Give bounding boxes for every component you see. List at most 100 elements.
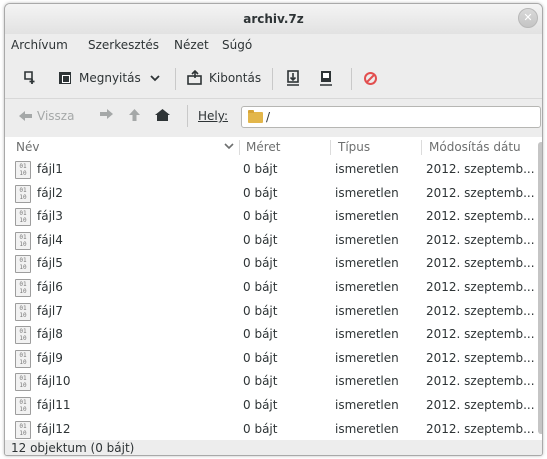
file-row[interactable]: 01 10 fájl9 0 bájt ismeretlen 2012. szeptemb.… — [5, 347, 538, 371]
menu-archive[interactable]: Archívum — [11, 38, 68, 52]
file-modified: 2012. szeptemb... — [426, 421, 535, 436]
add-files-button[interactable] — [285, 67, 301, 89]
toolbar-separator — [175, 68, 176, 90]
file-type: ismeretlen — [335, 398, 399, 412]
file-name: fájl2 — [37, 185, 63, 200]
folder-icon — [248, 109, 263, 123]
place-label: Hely: — [198, 109, 229, 123]
file-size: 0 bájt — [243, 209, 278, 224]
location-separator — [187, 105, 188, 127]
open-archive-icon — [57, 70, 73, 86]
extract-icon — [186, 70, 203, 86]
home-icon — [155, 109, 170, 121]
binary-file-icon: 01 10 — [15, 184, 31, 203]
menu-bar: Archívum Szerkesztés Nézet Súgó — [5, 34, 542, 56]
close-button[interactable]: ✕ — [518, 8, 538, 28]
file-type: ismeretlen — [335, 185, 399, 200]
title-bar[interactable]: archiv.7z ✕ — [5, 4, 542, 34]
window-title: archiv.7z — [243, 12, 304, 26]
back-button[interactable]: Vissza — [19, 109, 74, 123]
file-name: fájl10 — [37, 374, 71, 389]
extract-button[interactable]: Kibontás — [186, 67, 261, 89]
file-type: ismeretlen — [335, 327, 399, 342]
extract-label: Kibontás — [209, 71, 262, 85]
file-row[interactable]: 01 10 fájl11 0 bájt ismeretlen 2012. szeptemb… — [5, 394, 538, 418]
column-divider[interactable] — [421, 140, 422, 155]
column-modified[interactable]: Módosítás dátu — [429, 140, 521, 154]
open-button[interactable]: Megnyitás — [57, 67, 160, 89]
back-arrow-icon — [19, 111, 32, 121]
menu-edit[interactable]: Szerkesztés — [88, 38, 159, 52]
file-type: ismeretlen — [335, 209, 399, 224]
file-row[interactable]: 01 10 fájl7 0 bájt ismeretlen 2012. szeptemb.… — [5, 300, 538, 324]
file-type: ismeretlen — [335, 350, 399, 365]
up-arrow-icon — [129, 109, 140, 121]
column-divider[interactable] — [239, 140, 240, 155]
file-row[interactable]: 01 10 fájl4 0 bájt ismeretlen 2012. szeptemb.… — [5, 229, 538, 253]
file-row[interactable]: 01 10 fájl2 0 bájt ismeretlen 2012. szeptemb.… — [5, 182, 538, 206]
file-type: ismeretlen — [335, 232, 399, 247]
up-button[interactable] — [129, 109, 140, 121]
file-modified: 2012. szeptemb... — [426, 185, 535, 200]
vertical-scrollbar[interactable] — [538, 142, 542, 434]
column-divider[interactable] — [330, 140, 331, 155]
file-name: fájl1 — [37, 162, 63, 176]
toolbar: Megnyitás Kibontás — [5, 58, 542, 98]
file-row[interactable]: 01 10 fájl1 0 bájt ismeretlen 2012. szeptemb.… — [5, 158, 538, 182]
column-size[interactable]: Méret — [246, 140, 281, 154]
file-name: fájl7 — [37, 303, 63, 318]
column-type[interactable]: Típus — [338, 140, 370, 154]
home-button[interactable] — [155, 109, 170, 121]
back-label: Vissza — [37, 109, 75, 123]
file-size: 0 bájt — [243, 185, 278, 200]
chevron-down-icon[interactable] — [150, 74, 160, 82]
toolbar-separator — [272, 68, 273, 90]
sort-chevron-icon[interactable] — [224, 143, 234, 150]
file-modified: 2012. szeptemb... — [426, 327, 535, 342]
menu-view[interactable]: Nézet — [174, 38, 209, 52]
file-size: 0 bájt — [243, 232, 278, 247]
file-row[interactable]: 01 10 fájl10 0 bájt ismeretlen 2012. szeptemb… — [5, 370, 538, 394]
binary-file-icon: 01 10 — [15, 231, 31, 250]
binary-file-icon: 01 10 — [15, 420, 31, 439]
app-window: archiv.7z ✕ Archívum Szerkesztés Nézet S… — [4, 3, 543, 456]
file-modified: 2012. szeptemb... — [426, 209, 535, 224]
file-name: fájl9 — [37, 350, 63, 365]
stop-button[interactable] — [363, 67, 378, 89]
file-name: fájl4 — [37, 232, 63, 247]
file-type: ismeretlen — [335, 256, 399, 271]
file-type: ismeretlen — [335, 162, 399, 176]
file-name: fájl8 — [37, 327, 63, 342]
status-bar: 12 objektum (0 bájt) — [5, 440, 542, 455]
open-label: Megnyitás — [79, 71, 141, 85]
file-row[interactable]: 01 10 fájl5 0 bájt ismeretlen 2012. szeptemb.… — [5, 252, 538, 276]
file-row[interactable]: 01 10 fájl3 0 bájt ismeretlen 2012. szeptemb.… — [5, 205, 538, 229]
toolbar-separator — [351, 68, 352, 90]
menu-help[interactable]: Súgó — [222, 38, 252, 52]
file-modified: 2012. szeptemb... — [426, 374, 535, 389]
file-name: fájl3 — [37, 209, 63, 224]
add-folder-button[interactable] — [318, 67, 334, 89]
file-modified: 2012. szeptemb... — [426, 303, 535, 318]
list-header: Név Méret Típus Módosítás dátu — [5, 137, 538, 157]
file-modified: 2012. szeptemb... — [426, 398, 535, 412]
location-input[interactable]: / — [241, 106, 541, 128]
file-type: ismeretlen — [335, 374, 399, 389]
file-row[interactable]: 01 10 fájl8 0 bájt ismeretlen 2012. szeptemb.… — [5, 323, 538, 347]
file-size: 0 bájt — [243, 303, 278, 318]
binary-file-icon: 01 10 — [15, 208, 31, 227]
forward-arrow-icon — [100, 109, 113, 119]
new-archive-button[interactable] — [22, 67, 38, 89]
binary-file-icon: 01 10 — [15, 326, 31, 345]
file-row[interactable]: 01 10 fájl12 0 bájt ismeretlen 2012. szeptemb… — [5, 418, 538, 442]
forward-button[interactable] — [100, 109, 113, 119]
binary-file-icon: 01 10 — [15, 397, 31, 415]
binary-file-icon: 01 10 — [15, 279, 31, 297]
file-row[interactable]: 01 10 fájl6 0 bájt ismeretlen 2012. szeptemb.… — [5, 276, 538, 300]
add-folder-icon — [318, 70, 334, 87]
file-size: 0 bájt — [243, 398, 278, 412]
column-name[interactable]: Név — [16, 140, 39, 154]
stop-icon — [363, 71, 378, 86]
file-type: ismeretlen — [335, 280, 399, 294]
binary-file-icon: 01 10 — [15, 349, 31, 368]
